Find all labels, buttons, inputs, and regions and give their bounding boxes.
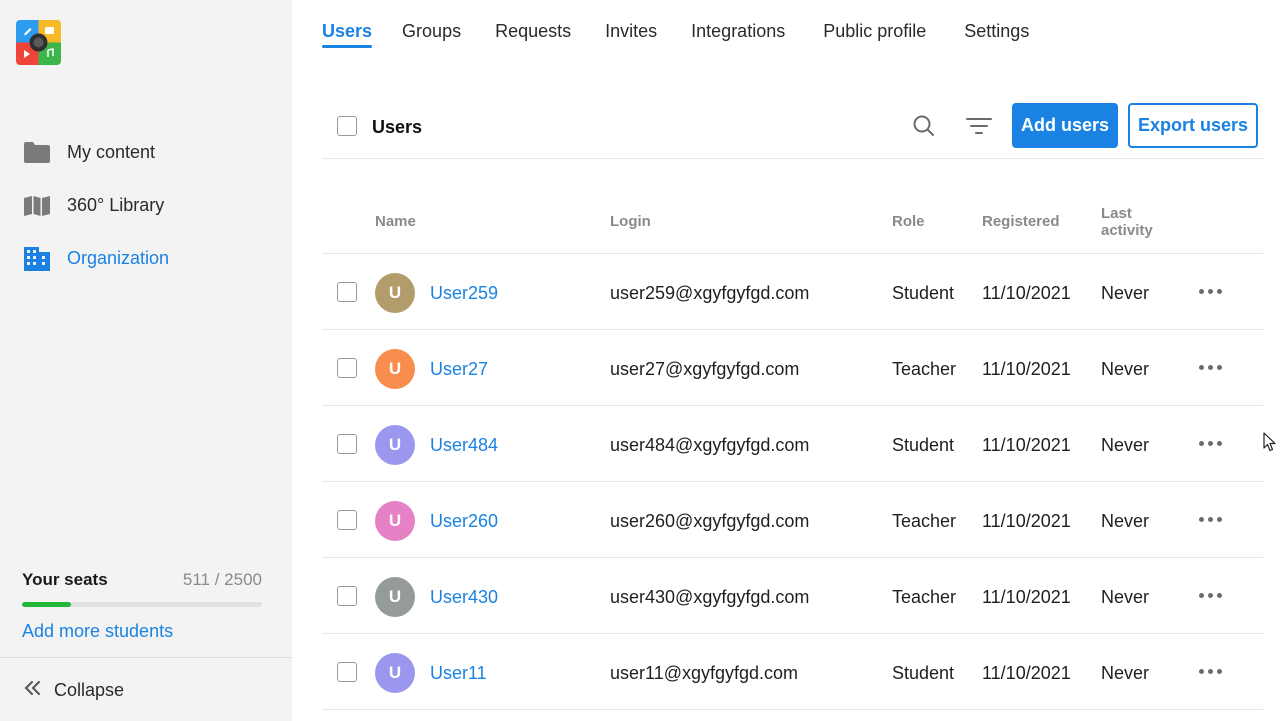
user-name-link[interactable]: User11	[430, 663, 487, 684]
add-users-button[interactable]: Add users	[1012, 103, 1118, 148]
user-last-activity: Never	[1101, 663, 1150, 683]
table-row: U User430 user430@xgyfgyfgd.com Teacher …	[322, 558, 1263, 634]
sidebar-item-label: Organization	[67, 248, 170, 268]
tab-groups[interactable]: Groups	[402, 0, 461, 48]
user-login: user27@xgyfgyfgd.com	[610, 359, 800, 379]
row-checkbox[interactable]	[337, 662, 357, 682]
more-options-icon[interactable]	[1194, 430, 1226, 456]
user-login: user260@xgyfgyfgd.com	[610, 511, 810, 531]
user-login: user484@xgyfgyfgd.com	[610, 435, 810, 455]
user-login: user259@xgyfgyfgd.com	[610, 283, 810, 303]
sidebar: My content 360° Library Organization You…	[0, 0, 292, 721]
avatar: U	[375, 577, 415, 617]
user-role: Teacher	[892, 359, 957, 379]
avatar: U	[375, 653, 415, 693]
row-checkbox[interactable]	[337, 434, 357, 454]
collapse-button[interactable]: Collapse	[24, 680, 124, 701]
tab-integrations[interactable]: Integrations	[691, 0, 785, 48]
export-users-button[interactable]: Export users	[1128, 103, 1258, 148]
tab-requests[interactable]: Requests	[495, 0, 571, 48]
seats-title: Your seats	[22, 570, 108, 589]
user-registered: 11/10/2021	[982, 511, 1071, 531]
user-name-link[interactable]: User430	[430, 587, 498, 608]
seats-count: 511 / 2500	[182, 570, 262, 589]
select-all-checkbox[interactable]	[337, 116, 357, 136]
user-last-activity: Never	[1101, 587, 1150, 607]
avatar: U	[375, 349, 415, 389]
search-icon[interactable]	[910, 112, 938, 140]
user-last-activity: Never	[1101, 435, 1150, 455]
table-row: U User484 user484@xgyfgyfgd.com Student …	[322, 406, 1263, 482]
user-last-activity: Never	[1101, 283, 1150, 303]
user-role: Teacher	[892, 587, 957, 607]
user-name-link[interactable]: User259	[430, 283, 498, 304]
sidebar-divider	[0, 657, 292, 658]
user-name-link[interactable]: User484	[430, 435, 498, 456]
row-checkbox[interactable]	[337, 510, 357, 530]
table-row: U User260 user260@xgyfgyfgd.com Teacher …	[322, 482, 1263, 558]
column-header-last-activity[interactable]: Last activity	[1101, 205, 1153, 239]
users-table-body: U User259 user259@xgyfgyfgd.com Student …	[322, 254, 1263, 710]
app-logo[interactable]	[16, 20, 61, 65]
tab-public-profile[interactable]: Public profile	[823, 0, 926, 48]
tab-invites[interactable]: Invites	[605, 0, 657, 48]
avatar: U	[375, 273, 415, 313]
row-checkbox[interactable]	[337, 586, 357, 606]
user-login: user11@xgyfgyfgd.com	[610, 663, 799, 683]
more-options-icon[interactable]	[1194, 582, 1226, 608]
sidebar-nav: My content 360° Library Organization	[0, 126, 292, 285]
table-row: U User259 user259@xgyfgyfgd.com Student …	[322, 254, 1263, 330]
more-options-icon[interactable]	[1194, 354, 1226, 380]
user-role: Student	[892, 663, 955, 683]
sidebar-item-my-content[interactable]: My content	[0, 126, 292, 179]
filter-icon[interactable]	[965, 112, 993, 140]
table-row: U User27 user27@xgyfgyfgd.com Teacher 11…	[322, 330, 1263, 406]
column-header-login[interactable]: Login	[610, 213, 651, 230]
user-role: Student	[892, 283, 955, 303]
user-last-activity: Never	[1101, 359, 1150, 379]
row-checkbox[interactable]	[337, 358, 357, 378]
sidebar-item-label: 360° Library	[67, 195, 165, 215]
more-options-icon[interactable]	[1194, 658, 1226, 684]
column-header-name[interactable]: Name	[375, 213, 416, 230]
top-tabs: Users Groups Requests Invites Integratio…	[322, 0, 1029, 60]
tab-settings[interactable]: Settings	[964, 0, 1029, 48]
folder-icon	[23, 141, 51, 165]
user-role: Student	[892, 435, 955, 455]
map-icon	[23, 194, 51, 218]
user-name-link[interactable]: User260	[430, 511, 498, 532]
sidebar-item-organization[interactable]: Organization	[0, 232, 292, 285]
seats-progress-fill	[22, 602, 72, 607]
toolbar-title: Users	[372, 117, 423, 137]
sidebar-item-360-library[interactable]: 360° Library	[0, 179, 292, 232]
users-toolbar: Users Add users Export users	[322, 100, 1263, 159]
avatar: U	[375, 425, 415, 465]
user-registered: 11/10/2021	[982, 435, 1071, 455]
user-role: Teacher	[892, 511, 957, 531]
user-registered: 11/10/2021	[982, 663, 1071, 683]
avatar: U	[375, 501, 415, 541]
table-header: Name Login Role Registered Last activity	[322, 195, 1263, 254]
user-registered: 11/10/2021	[982, 283, 1071, 303]
column-header-role[interactable]: Role	[892, 213, 925, 230]
sidebar-item-label: My content	[67, 142, 156, 162]
user-registered: 11/10/2021	[982, 587, 1071, 607]
mouse-cursor-icon	[1263, 432, 1277, 457]
collapse-label: Collapse	[54, 680, 125, 700]
more-options-icon[interactable]	[1194, 506, 1226, 532]
user-registered: 11/10/2021	[982, 359, 1071, 379]
add-more-students-link[interactable]: Add more students	[22, 621, 262, 642]
column-header-registered[interactable]: Registered	[982, 213, 1060, 230]
seats-panel: Your seats 511 / 2500 Add more students	[22, 570, 262, 642]
user-name-link[interactable]: User27	[430, 359, 488, 380]
seats-progress-bar	[22, 602, 262, 607]
user-last-activity: Never	[1101, 511, 1150, 531]
more-options-icon[interactable]	[1194, 278, 1226, 304]
tab-users[interactable]: Users	[322, 0, 373, 48]
double-chevron-left-icon	[24, 680, 42, 701]
row-checkbox[interactable]	[337, 282, 357, 302]
table-row: U User11 user11@xgyfgyfgd.com Student 11…	[322, 634, 1263, 710]
user-login: user430@xgyfgyfgd.com	[610, 587, 810, 607]
building-icon	[23, 246, 51, 271]
